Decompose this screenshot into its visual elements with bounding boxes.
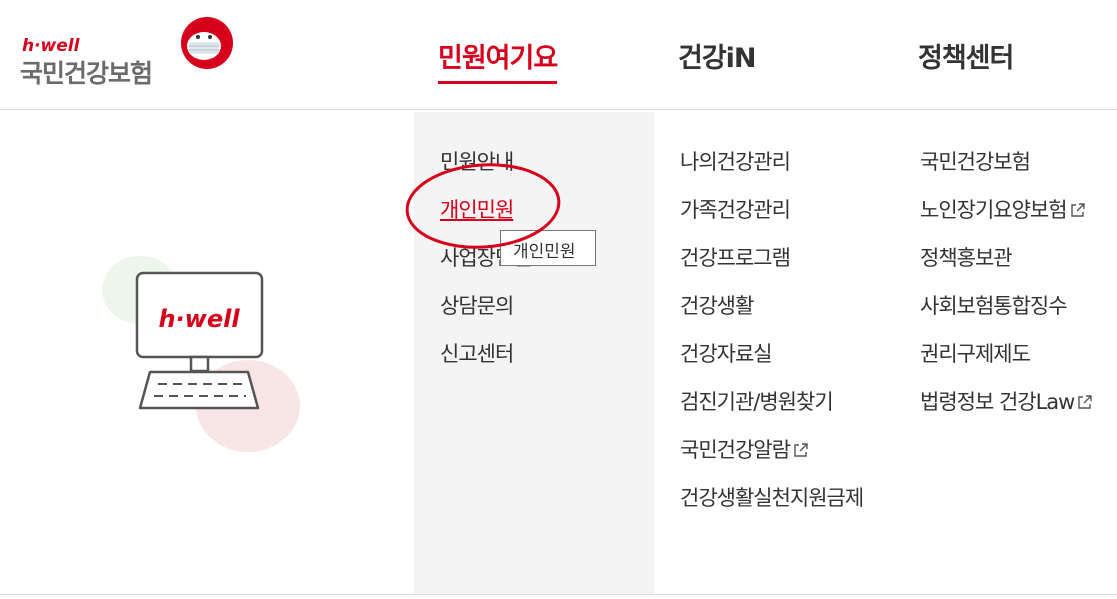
menu-item-my-health[interactable]: 나의건강관리 xyxy=(654,150,874,174)
computer-illustration: h·well xyxy=(102,256,300,452)
menu-item-health-resources[interactable]: 건강자료실 xyxy=(654,342,874,366)
menu-item-social-insurance[interactable]: 사회보험통합징수 xyxy=(894,294,1117,318)
menu-item-family-health[interactable]: 가족건강관리 xyxy=(654,198,874,222)
site-logo[interactable]: h·well 국민건강보험 xyxy=(20,16,240,96)
menu-item-policy-pr[interactable]: 정책홍보관 xyxy=(894,246,1117,270)
menu-item-healthy-living[interactable]: 건강생활 xyxy=(654,294,874,318)
menu-item-report-center[interactable]: 신고센터 xyxy=(414,342,654,366)
mascot-icon xyxy=(181,17,233,69)
menu-item-rights-relief[interactable]: 권리구제제도 xyxy=(894,342,1117,366)
illustration-screen-text: h·well xyxy=(158,305,240,333)
logo-tagline: h·well xyxy=(22,36,80,56)
menu-item-health-program[interactable]: 건강프로그램 xyxy=(654,246,874,270)
menu-item-find-hospital[interactable]: 검진기관/병원찾기 xyxy=(654,390,874,414)
menu-item-law-info-label: 법령정보 건강Law xyxy=(920,390,1075,414)
menu-item-consultation[interactable]: 상담문의 xyxy=(414,294,654,318)
menu-column-health-in: 나의건강관리 가족건강관리 건강프로그램 건강생활 건강자료실 검진기관/병원찾… xyxy=(654,112,894,594)
external-link-icon xyxy=(794,443,808,457)
external-link-icon xyxy=(1070,203,1085,217)
menu-item-health-alarm-label: 국민건강알람 xyxy=(680,438,791,462)
nav-policy-center[interactable]: 정책센터 xyxy=(918,36,1014,75)
nav-minwon[interactable]: 민원여기요 xyxy=(438,36,558,84)
menu-item-law-info[interactable]: 법령정보 건강Law xyxy=(894,390,1117,414)
menu-column-policy: 국민건강보험 노인장기요양보험 정책홍보관 사회보험통합징수 권리구제제도 법령… xyxy=(894,112,1117,594)
menu-item-personal-minwon[interactable]: 개인민원 xyxy=(414,198,654,222)
hover-tooltip: 개인민원 xyxy=(500,230,596,266)
menu-column-minwon: 민원안내 개인민원 사업장민원 상담문의 신고센터 xyxy=(414,112,654,594)
site-header: h·well 국민건강보험 민원여기요 건강iN 정책센터 xyxy=(0,0,1117,110)
menu-item-ltci[interactable]: 노인장기요양보험 xyxy=(894,198,1117,222)
external-link-icon xyxy=(1078,395,1093,409)
logo-name: 국민건강보험 xyxy=(20,59,153,88)
menu-item-ltci-label: 노인장기요양보험 xyxy=(920,198,1068,222)
menu-item-health-incentive[interactable]: 건강생활실천지원금제 xyxy=(654,486,874,510)
menu-item-minwon-guide[interactable]: 민원안내 xyxy=(414,150,654,174)
menu-item-nhis[interactable]: 국민건강보험 xyxy=(894,150,1117,174)
menu-item-health-alarm[interactable]: 국민건강알람 xyxy=(654,438,874,462)
nav-health-in[interactable]: 건강iN xyxy=(678,36,757,75)
bottom-divider xyxy=(0,594,1117,595)
